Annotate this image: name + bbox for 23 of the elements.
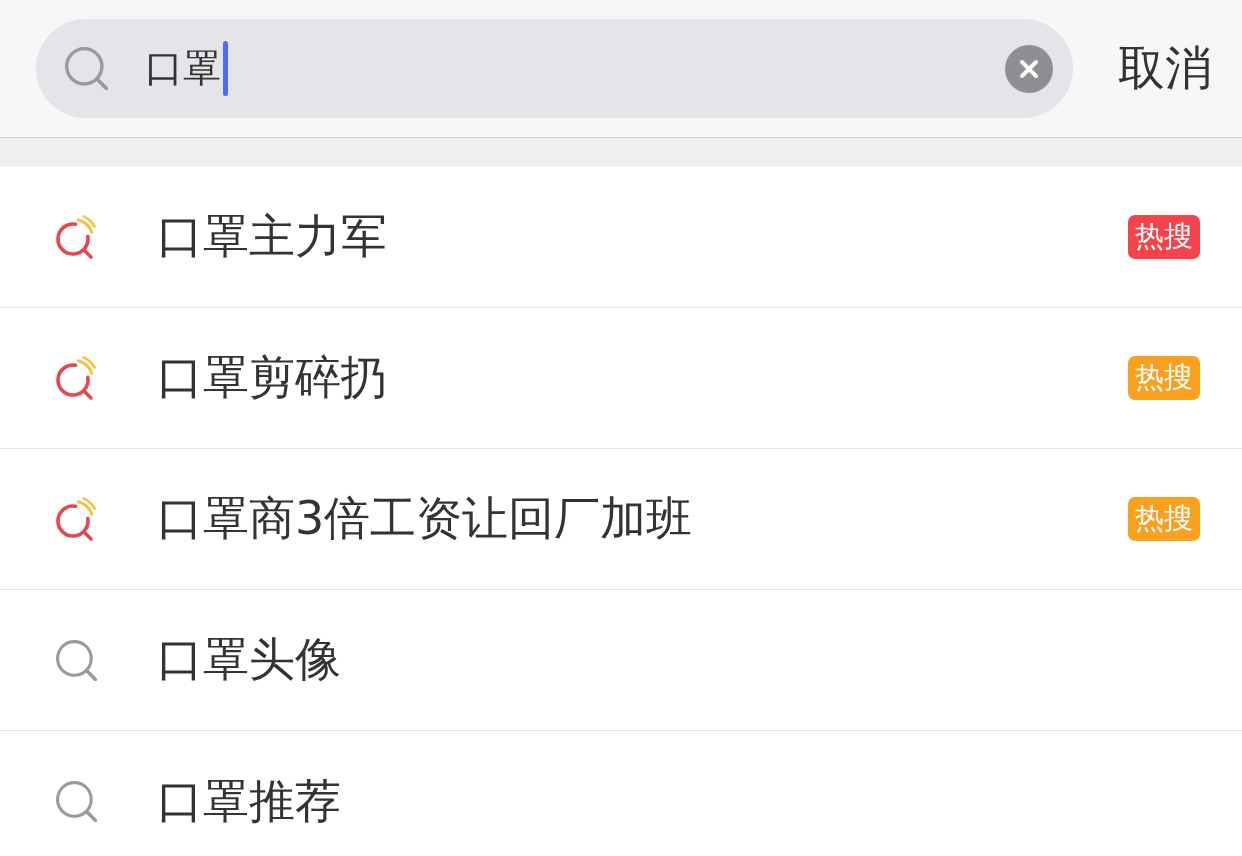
suggestion-text: 口罩商3倍工资让回厂加班 bbox=[157, 491, 693, 547]
hot-tag: 热搜 bbox=[1128, 497, 1200, 541]
suggestion-item[interactable]: 口罩剪碎扔 热搜 bbox=[0, 308, 1242, 449]
trending-search-icon bbox=[53, 495, 99, 543]
trending-search-icon bbox=[53, 354, 99, 402]
search-icon bbox=[55, 781, 97, 822]
suggestion-text: 口罩主力军 bbox=[157, 209, 387, 265]
search-icon bbox=[65, 47, 108, 90]
hot-tag: 热搜 bbox=[1128, 356, 1200, 400]
suggestion-text: 口罩头像 bbox=[157, 632, 341, 688]
cancel-button[interactable]: 取消 bbox=[1118, 40, 1212, 97]
suggestion-item[interactable]: 口罩主力军 热搜 bbox=[0, 167, 1242, 308]
search-field[interactable]: 口罩 bbox=[36, 19, 1073, 118]
suggestion-text: 口罩剪碎扔 bbox=[157, 350, 387, 406]
search-query-text: 口罩 bbox=[145, 45, 221, 92]
suggestion-item[interactable]: 口罩推荐 bbox=[0, 731, 1242, 856]
suggestion-text: 口罩推荐 bbox=[157, 773, 341, 830]
hot-tag: 热搜 bbox=[1128, 215, 1200, 259]
clear-icon[interactable] bbox=[1005, 44, 1053, 93]
suggestion-item[interactable]: 口罩头像 bbox=[0, 590, 1242, 731]
suggestion-item[interactable]: 口罩商3倍工资让回厂加班 热搜 bbox=[0, 449, 1242, 590]
trending-search-icon bbox=[53, 213, 99, 261]
search-icon bbox=[55, 639, 97, 681]
